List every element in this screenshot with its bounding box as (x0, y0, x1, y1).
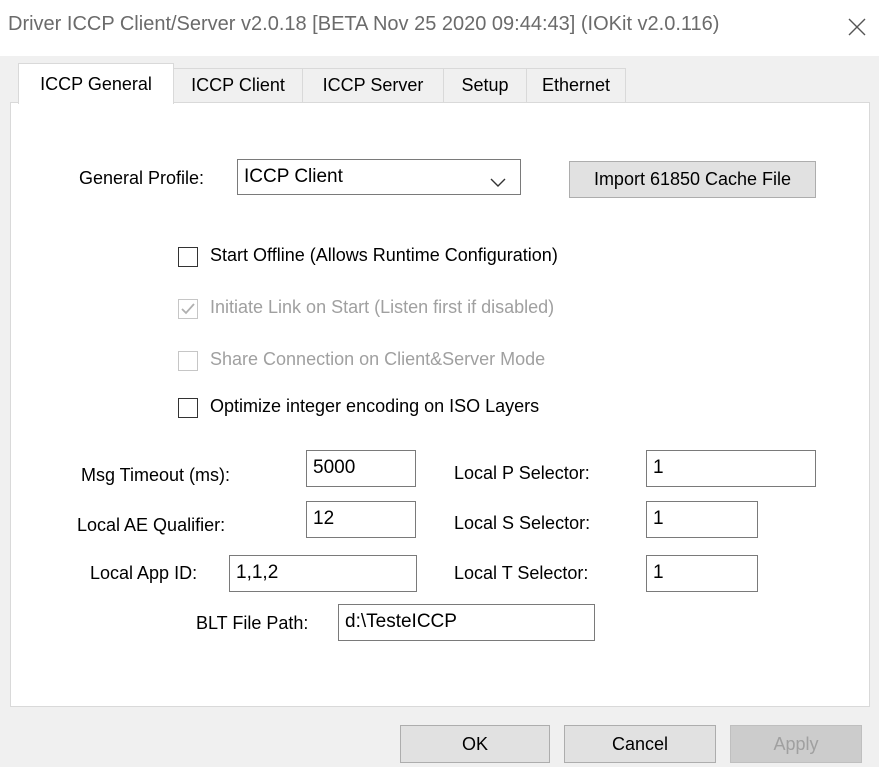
general-profile-select[interactable]: ICCP Client (237, 159, 521, 195)
tab-iccp-server[interactable]: ICCP Server (302, 68, 444, 102)
blt-file-path-input[interactable]: d:\TesteICCP (338, 604, 595, 641)
tab-label: Ethernet (541, 75, 611, 95)
tab-ethernet[interactable]: Ethernet (526, 68, 626, 102)
msg-timeout-input[interactable]: 5000 (306, 450, 416, 487)
ok-button[interactable]: OK (400, 725, 550, 763)
cancel-button[interactable]: Cancel (564, 725, 716, 763)
chevron-down-icon (490, 172, 506, 194)
window-title: Driver ICCP Client/Server v2.0.18 [BETA … (8, 13, 720, 35)
local-app-id-value: 1,1,2 (236, 562, 279, 583)
local-p-selector-label: Local P Selector: (454, 463, 590, 483)
local-s-selector-input[interactable]: 1 (646, 501, 758, 538)
import-cache-button[interactable]: Import 61850 Cache File (569, 161, 816, 198)
tab-iccp-client[interactable]: ICCP Client (173, 68, 303, 102)
blt-file-path-value: d:\TesteICCP (345, 611, 457, 632)
msg-timeout-value: 5000 (313, 457, 356, 478)
share-connection-checkbox[interactable] (178, 351, 198, 371)
optimize-encoding-checkbox[interactable] (178, 398, 198, 418)
local-ae-qualifier-input[interactable]: 12 (306, 501, 416, 538)
tab-label: ICCP Server (322, 75, 424, 95)
tab-label: ICCP Client (191, 75, 285, 95)
start-offline-label: Start Offline (Allows Runtime Configurat… (210, 245, 558, 265)
close-icon[interactable] (842, 12, 872, 42)
initiate-link-label: Initiate Link on Start (Listen first if … (210, 297, 555, 317)
local-app-id-label: Local App ID: (90, 563, 198, 583)
local-t-selector-value: 1 (653, 562, 664, 583)
tab-label: Setup (461, 75, 509, 95)
optimize-encoding-label: Optimize integer encoding on ISO Layers (210, 396, 540, 416)
start-offline-checkbox[interactable] (178, 247, 198, 267)
title-bar: Driver ICCP Client/Server v2.0.18 [BETA … (0, 0, 879, 56)
tab-setup[interactable]: Setup (443, 68, 527, 102)
local-t-selector-input[interactable]: 1 (646, 555, 758, 592)
general-profile-label: General Profile: (79, 168, 205, 188)
apply-button[interactable]: Apply (730, 725, 862, 763)
local-t-selector-label: Local T Selector: (454, 563, 589, 583)
msg-timeout-label: Msg Timeout (ms): (81, 465, 231, 485)
tab-iccp-general[interactable]: ICCP General (18, 63, 174, 104)
local-app-id-input[interactable]: 1,1,2 (229, 555, 417, 592)
checkmark-icon (181, 303, 195, 315)
local-p-selector-value: 1 (653, 457, 664, 478)
general-profile-value: ICCP Client (244, 166, 343, 187)
blt-file-path-label: BLT File Path: (196, 613, 309, 633)
local-s-selector-value: 1 (653, 508, 664, 529)
local-ae-qualifier-value: 12 (313, 508, 335, 529)
local-s-selector-label: Local S Selector: (454, 513, 591, 533)
local-p-selector-input[interactable]: 1 (646, 450, 816, 487)
local-ae-qualifier-label: Local AE Qualifier: (77, 515, 226, 535)
initiate-link-checkbox[interactable] (178, 299, 198, 319)
share-connection-label: Share Connection on Client&Server Mode (210, 349, 546, 369)
tab-label: ICCP General (40, 73, 152, 94)
